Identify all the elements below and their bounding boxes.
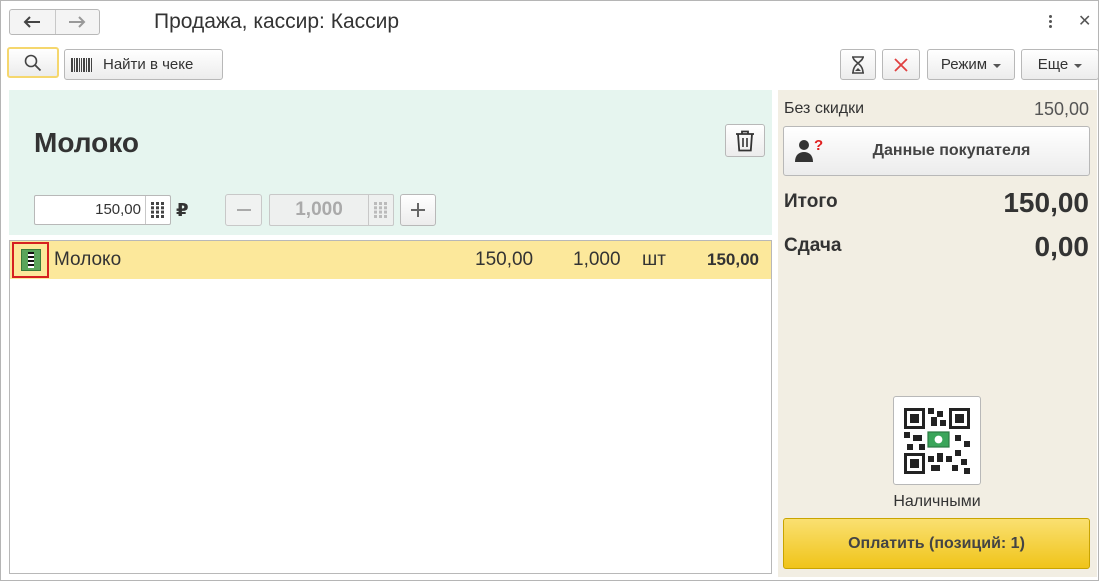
- hourglass-icon: [852, 55, 864, 74]
- svg-text:?: ?: [814, 138, 823, 154]
- quantity-value: 1,000: [295, 199, 343, 220]
- window-title: Продажа, кассир: Кассир: [154, 10, 400, 33]
- chevron-down-icon: [1074, 63, 1083, 68]
- trash-icon: [736, 130, 754, 151]
- title-bar: Продажа, кассир: Кассир ✕: [1, 1, 1098, 41]
- item-unit: шт: [642, 249, 666, 270]
- summary-panel: Без скидки 150,00 ? Данные покупателя Ит…: [778, 90, 1097, 577]
- more-dropdown[interactable]: Еще: [1021, 49, 1099, 80]
- quantity-input[interactable]: 1,000: [269, 194, 394, 226]
- close-icon[interactable]: ✕: [1078, 11, 1091, 31]
- decrease-quantity-button[interactable]: [225, 194, 262, 226]
- keypad-icon[interactable]: [368, 195, 393, 225]
- qr-cash-icon: [904, 407, 970, 474]
- arrow-right-icon: [69, 16, 86, 28]
- current-product-panel: Молоко 150,00 ₽ 1,000: [9, 90, 772, 235]
- item-name: Молоко: [54, 249, 122, 270]
- pay-button[interactable]: Оплатить (позиций: 1): [783, 518, 1090, 569]
- close-icon: [894, 57, 908, 72]
- mode-dropdown[interactable]: Режим: [927, 49, 1015, 80]
- cancel-receipt-button[interactable]: [882, 49, 920, 80]
- item-price: 150,00: [475, 249, 534, 270]
- delete-item-button[interactable]: [725, 124, 765, 157]
- item-quantity: 1,000: [573, 249, 621, 270]
- marked-goods-indicator[interactable]: [12, 242, 49, 278]
- currency-symbol: ₽: [176, 200, 189, 220]
- cash-payment-button[interactable]: [893, 396, 981, 485]
- more-label: Еще: [1037, 56, 1069, 73]
- table-row[interactable]: Молоко 150,00 1,000 шт 150,00: [10, 241, 771, 279]
- more-actions-icon[interactable]: [1043, 11, 1057, 31]
- customer-data-button[interactable]: ? Данные покупателя: [783, 126, 1090, 176]
- receipt-items-table: Молоко 150,00 1,000 шт 150,00: [9, 240, 772, 574]
- defer-receipt-button[interactable]: [840, 49, 876, 80]
- nav-buttons: [9, 9, 100, 35]
- find-in-receipt-label: Найти в чеке: [103, 56, 194, 73]
- chevron-down-icon: [993, 63, 1002, 68]
- arrow-left-icon: [23, 16, 41, 28]
- search-icon: [24, 54, 42, 71]
- customer-data-label: Данные покупателя: [872, 142, 1031, 159]
- mode-label: Режим: [940, 56, 988, 73]
- plus-icon: [411, 203, 425, 217]
- customer-unknown-icon: ?: [795, 138, 823, 162]
- pos-window: Продажа, кассир: Кассир ✕ Найти в чеке Р…: [0, 0, 1099, 581]
- minus-icon: [236, 209, 251, 211]
- price-value: 150,00: [95, 201, 141, 218]
- search-button[interactable]: [7, 47, 59, 78]
- price-input[interactable]: 150,00: [34, 195, 171, 225]
- total-label: Итого: [784, 191, 838, 212]
- back-button[interactable]: [10, 10, 55, 34]
- item-sum: 150,00: [707, 250, 759, 269]
- change-label: Сдача: [784, 235, 842, 256]
- total-value: 150,00: [1003, 187, 1089, 218]
- find-in-receipt-button[interactable]: Найти в чеке: [64, 49, 223, 80]
- forward-button[interactable]: [54, 10, 100, 34]
- cash-payment-label: Наличными: [893, 493, 981, 510]
- product-name: Молоко: [34, 127, 139, 158]
- no-discount-label: Без скидки: [784, 100, 865, 117]
- no-discount-value: 150,00: [1033, 99, 1089, 119]
- increase-quantity-button[interactable]: [400, 194, 436, 226]
- datamatrix-mark-icon: [20, 249, 41, 271]
- barcode-icon: [71, 57, 92, 72]
- keypad-icon[interactable]: [145, 196, 170, 224]
- change-value: 0,00: [1034, 231, 1090, 262]
